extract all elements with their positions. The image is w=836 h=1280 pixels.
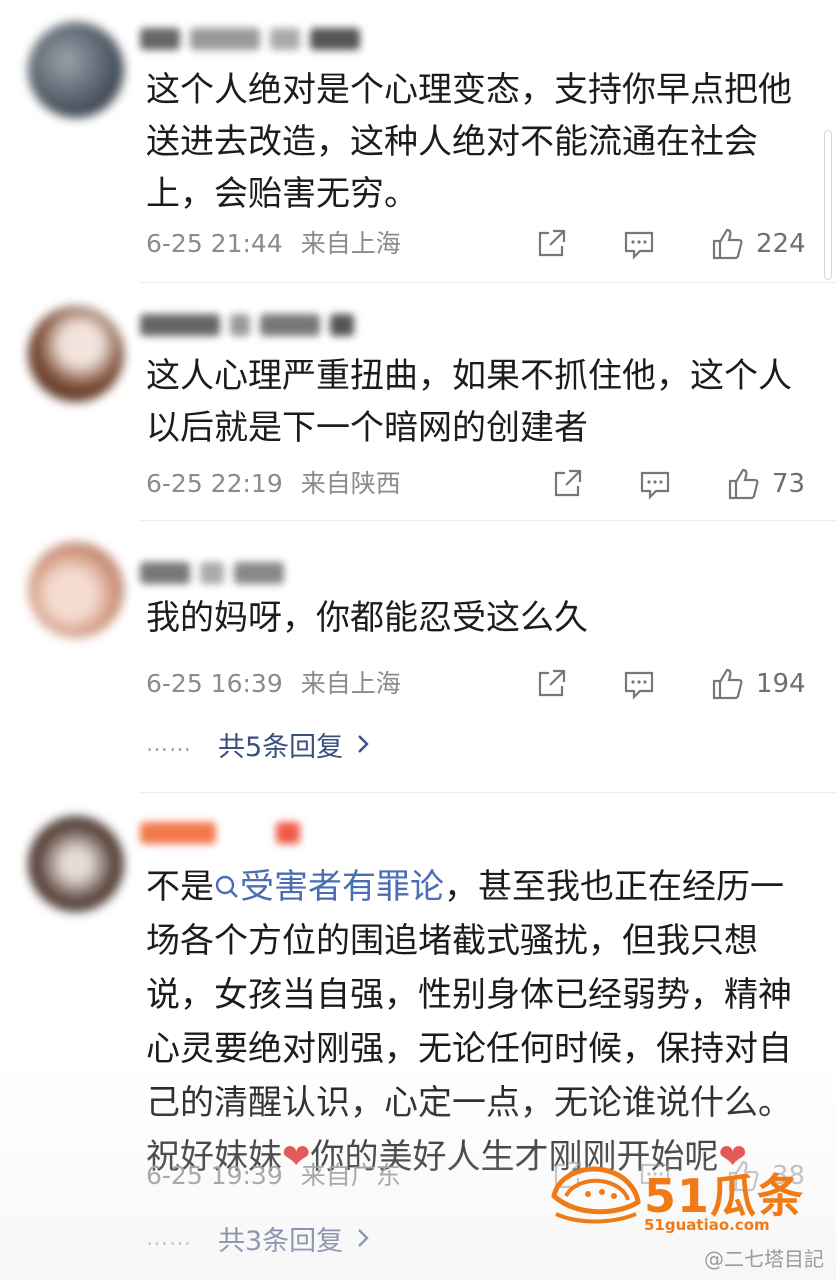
comment-meta: 6-25 19:39 来自广东: [146, 1156, 401, 1196]
weibo-watermark: @二七塔目記: [704, 1247, 824, 1271]
like-count: 194: [756, 669, 806, 699]
topic-link[interactable]: 受害者有罪论: [214, 867, 444, 907]
avatar[interactable]: [28, 542, 124, 638]
topic-text: 受害者有罪论: [240, 867, 444, 907]
comment-actions: 73: [550, 462, 805, 506]
comment-time: 6-25 22:19: [146, 469, 283, 498]
comment-time: 6-25 16:39: [146, 669, 283, 698]
comment-time: 6-25 19:39: [146, 1161, 283, 1190]
comment-meta: 6-25 21:44 来自上海: [146, 224, 401, 264]
divider: [140, 520, 836, 521]
comment-icon[interactable]: [622, 667, 656, 701]
username-blurred[interactable]: [140, 556, 284, 590]
thumbs-up-icon[interactable]: [710, 227, 744, 261]
comment-icon[interactable]: [622, 227, 656, 261]
comment-location: 来自上海: [300, 229, 401, 258]
username-blurred[interactable]: [140, 816, 300, 850]
username-blurred[interactable]: [140, 308, 354, 342]
comment-location: 来自广东: [300, 1161, 401, 1190]
comment-meta: 6-25 16:39 来自上海: [146, 664, 401, 704]
avatar[interactable]: [28, 22, 124, 118]
share-icon[interactable]: [550, 467, 584, 501]
avatar[interactable]: [28, 306, 124, 402]
thumbs-up-icon[interactable]: [710, 667, 744, 701]
scrollbar[interactable]: [824, 130, 832, 280]
comment-text-body: ，甚至我也正在经历一场各个方位的围追堵截式骚扰，但我只想说，女孩当自强，性别身体…: [146, 867, 792, 1177]
replies-count: 共5条回复: [218, 731, 344, 763]
chevron-right-icon: [358, 735, 369, 753]
comment-text: 这个人绝对是个心理变态，支持你早点把他送进去改造，这种人绝对不能流通在社会上，会…: [146, 70, 792, 214]
comment-actions: 224: [534, 222, 806, 266]
search-icon: [215, 875, 238, 898]
comment-text: 我的妈呀，你都能忍受这么久: [146, 598, 588, 638]
divider: [140, 792, 836, 793]
avatar[interactable]: [28, 816, 124, 912]
replies-count: 共3条回复: [218, 1225, 344, 1257]
username-blurred[interactable]: [140, 22, 360, 56]
watermelon-logo-icon: [551, 1166, 641, 1224]
comment-text-prefix: 不是: [146, 867, 214, 907]
site-logo: 51瓜条 51guatiao.com: [548, 1158, 818, 1238]
thumbs-up-icon[interactable]: [726, 467, 760, 501]
comment-actions: 194: [534, 662, 806, 706]
replies-dots: ……: [146, 731, 192, 757]
share-icon[interactable]: [534, 227, 568, 261]
comment-time: 6-25 21:44: [146, 229, 283, 258]
comment-location: 来自陕西: [300, 469, 401, 498]
share-icon[interactable]: [534, 667, 568, 701]
like-count: 224: [756, 229, 806, 259]
comment-text: 这人心理严重扭曲，如果不抓住他，这个人以后就是下一个暗网的创建者: [146, 356, 792, 448]
comment-icon[interactable]: [638, 467, 672, 501]
view-replies-link[interactable]: …… 共3条回复: [146, 1218, 373, 1258]
comment-location: 来自上海: [300, 669, 401, 698]
comment-meta: 6-25 22:19 来自陕西: [146, 464, 401, 504]
like-count: 73: [772, 469, 806, 499]
view-replies-link[interactable]: …… 共5条回复: [146, 724, 373, 764]
replies-dots: ……: [146, 1225, 192, 1251]
comment-text: 不是 受害者有罪论，甚至我也正在经历一场各个方位的围追堵截式骚扰，但我只想说，女孩…: [146, 860, 816, 1184]
logo-url: 51guatiao.com: [644, 1216, 770, 1234]
chevron-right-icon: [358, 1229, 369, 1247]
divider: [140, 282, 836, 283]
